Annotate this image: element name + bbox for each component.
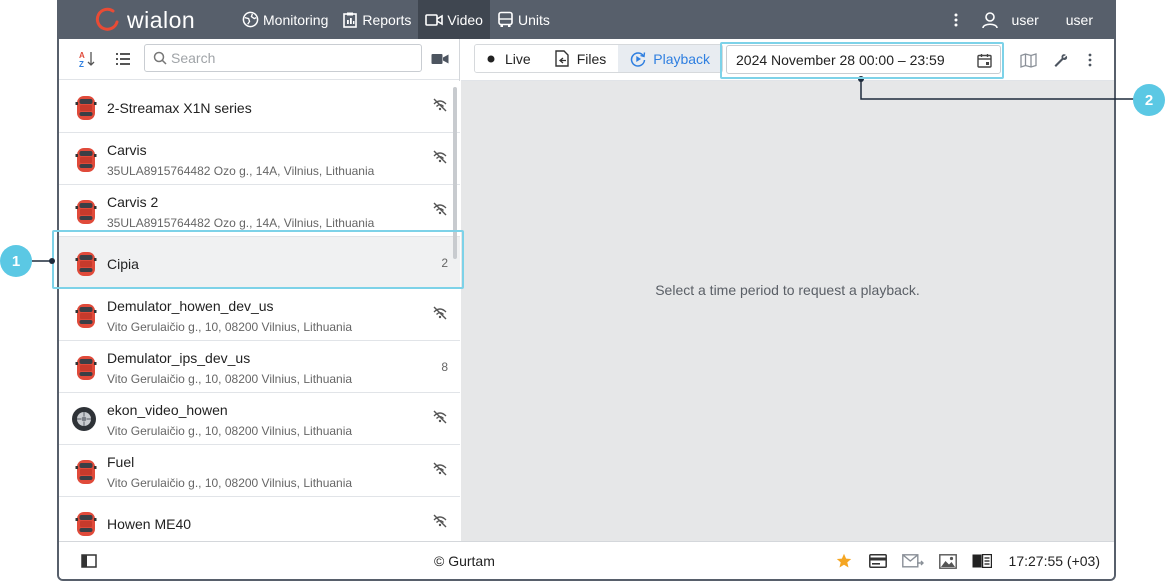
callout-1: 1 (0, 245, 32, 277)
callout-2: 2 (1133, 84, 1165, 116)
callout-lines (32, 76, 1134, 264)
highlight-date-range (720, 42, 1004, 79)
